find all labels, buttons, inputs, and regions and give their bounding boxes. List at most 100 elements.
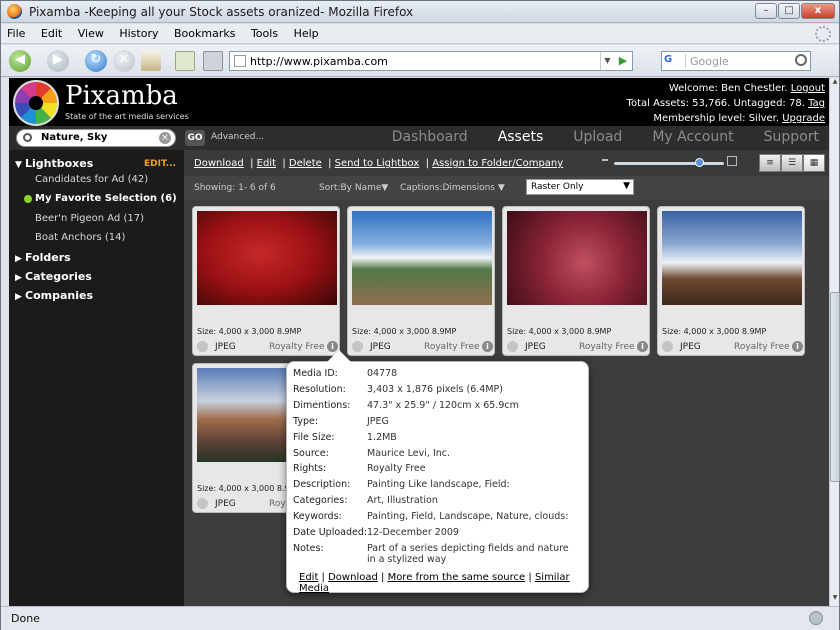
lightbox-item[interactable]: Candidates for Ad (42) <box>35 174 148 185</box>
search-engine-icon[interactable]: G <box>664 54 686 68</box>
select-check-icon[interactable] <box>507 341 518 352</box>
info-label: Dimentions: <box>293 400 351 411</box>
url-history-dropdown[interactable]: ▼ <box>600 52 614 70</box>
go-button[interactable]: GO <box>185 130 205 146</box>
tab-assets[interactable]: Assets <box>498 129 544 145</box>
view-mode-switch: ≡ ☰ ▦ <box>759 154 825 172</box>
menu-history[interactable]: History <box>113 24 164 43</box>
tag-link[interactable]: Tag <box>808 98 825 109</box>
home-button[interactable] <box>141 51 161 71</box>
advanced-search-link[interactable]: Advanced... <box>211 132 264 142</box>
asset-type: JPEG <box>370 342 391 352</box>
select-check-icon[interactable] <box>197 341 208 352</box>
menu-edit[interactable]: Edit <box>35 24 68 43</box>
info-value: Part of a series depicting fields and na… <box>367 543 569 565</box>
menu-tools[interactable]: Tools <box>245 24 284 43</box>
thumbnail-size-slider[interactable] <box>602 156 737 170</box>
asset-search-input[interactable]: Nature, Sky × <box>16 129 176 147</box>
asset-thumbnail[interactable] <box>352 211 492 305</box>
info-icon[interactable]: i <box>792 341 803 352</box>
menu-help[interactable]: Help <box>288 24 325 43</box>
menu-bookmarks[interactable]: Bookmarks <box>168 24 241 43</box>
more-from-source-link[interactable]: More from the same source <box>388 572 526 583</box>
logout-link[interactable]: Logout <box>791 83 825 94</box>
app-header: Pixamba State of the art media services … <box>9 78 829 126</box>
send-to-lightbox-link[interactable]: Send to Lightbox <box>335 158 420 169</box>
close-button[interactable]: x <box>801 3 835 19</box>
lightbox-item[interactable]: Beer'n Pigeon Ad (17) <box>35 213 144 224</box>
delete-link[interactable]: Delete <box>289 158 322 169</box>
info-icon[interactable]: i <box>482 341 493 352</box>
vertical-scrollbar[interactable]: ▲ ▼ <box>829 78 840 606</box>
info-value: JPEG <box>367 416 389 427</box>
scroll-down-arrow[interactable]: ▼ <box>830 594 840 606</box>
captions-dropdown[interactable]: Captions:Dimensions ▼ <box>400 183 505 193</box>
asset-license: Royalty Free <box>424 342 480 352</box>
asset-size: Size: 4,000 x 3,000 8.9 <box>197 484 290 493</box>
maximize-button[interactable]: □ <box>778 3 800 19</box>
url-bar[interactable]: http://www.pixamba.com ▼ ▶ <box>229 51 633 71</box>
asset-card[interactable]: Size: 4,000 x 3,000 8.9MP JPEG Royalty F… <box>657 206 805 356</box>
select-check-icon[interactable] <box>352 341 363 352</box>
slider-track[interactable] <box>614 162 724 165</box>
slider-knob[interactable] <box>694 158 704 167</box>
title-bar: Pixamba -Keeping all your Stock assets o… <box>1 1 839 23</box>
assign-folder-link[interactable]: Assign to Folder/Company <box>432 158 563 169</box>
zoom-in-icon[interactable] <box>727 156 737 166</box>
raster-filter-select[interactable]: Raster Only ▼ <box>526 179 634 195</box>
grid-view-button[interactable]: ▦ <box>803 154 825 172</box>
list-view-button[interactable]: ≡ <box>759 154 781 172</box>
menu-file[interactable]: File <box>1 24 31 43</box>
lightbox-item-selected[interactable]: My Favorite Selection (6) <box>24 193 177 204</box>
scroll-up-arrow[interactable]: ▲ <box>830 78 840 90</box>
bookmark-add-button[interactable] <box>175 51 195 71</box>
folders-header[interactable]: ▶ Folders <box>15 251 71 264</box>
select-check-icon[interactable] <box>197 498 208 509</box>
asset-card[interactable]: Size: 4,000 x 3,000 8.9MP JPEG Royalty F… <box>192 206 340 356</box>
tab-upload[interactable]: Upload <box>573 129 622 145</box>
reload-button[interactable]: ↻ <box>85 50 107 72</box>
collapsed-triangle-icon: ▶ <box>15 254 22 264</box>
asset-thumbnail[interactable] <box>197 211 337 305</box>
info-value: 47.3" x 25.9" / 120cm x 65.9cm <box>367 400 519 411</box>
info-icon[interactable]: i <box>637 341 648 352</box>
download-link[interactable]: Download <box>194 158 244 169</box>
sort-dropdown[interactable]: Sort:By Name▼ <box>319 183 388 193</box>
lightboxes-header[interactable]: ▼ Lightboxes <box>15 157 93 170</box>
asset-license: Royalty Free <box>269 342 325 352</box>
search-placeholder: Google <box>690 55 729 68</box>
popup-edit-link[interactable]: Edit <box>299 572 318 583</box>
tab-support[interactable]: Support <box>764 129 819 145</box>
tab-my-account[interactable]: My Account <box>652 129 733 145</box>
scroll-thumb[interactable] <box>830 292 840 482</box>
action-links: Download | Edit | Delete | Send to Light… <box>194 158 564 169</box>
asset-card[interactable]: Size: 4,000 x 3,000 8.9MP JPEG Royalty F… <box>347 206 495 356</box>
back-button[interactable]: ◀ <box>9 50 31 72</box>
forward-button[interactable]: ▶ <box>47 50 69 72</box>
lightbox-item[interactable]: Boat Anchors (14) <box>35 232 125 243</box>
asset-thumbnail[interactable] <box>662 211 802 305</box>
minimize-button[interactable]: – <box>755 3 777 19</box>
asset-thumbnail[interactable] <box>507 211 647 305</box>
totals-text: Total Assets: 53,766. Untagged: 78. <box>626 98 805 109</box>
select-check-icon[interactable] <box>662 341 673 352</box>
zoom-out-icon[interactable] <box>602 159 608 161</box>
menu-view[interactable]: View <box>72 24 110 43</box>
screenshot-button[interactable] <box>203 51 223 71</box>
upgrade-link[interactable]: Upgrade <box>782 113 825 124</box>
companies-header[interactable]: ▶ Companies <box>15 289 93 302</box>
info-value: 04778 <box>367 368 398 379</box>
stop-button[interactable]: ✕ <box>113 50 135 72</box>
asset-card[interactable]: Size: 4,000 x 3,000 8.9MP JPEG Royalty F… <box>502 206 650 356</box>
edit-link[interactable]: Edit <box>257 158 276 169</box>
detail-view-button[interactable]: ☰ <box>781 154 803 172</box>
edit-lightboxes-link[interactable]: EDIT... <box>144 159 176 169</box>
clear-search-icon[interactable]: × <box>159 132 171 144</box>
popup-download-link[interactable]: Download <box>328 572 378 583</box>
go-arrow-button[interactable]: ▶ <box>614 52 632 70</box>
categories-header[interactable]: ▶ Categories <box>15 270 92 283</box>
search-icon[interactable] <box>795 54 807 66</box>
pixamba-logo-icon[interactable] <box>13 80 59 126</box>
tab-dashboard[interactable]: Dashboard <box>392 129 468 145</box>
web-search-box[interactable]: G Google <box>661 51 811 71</box>
